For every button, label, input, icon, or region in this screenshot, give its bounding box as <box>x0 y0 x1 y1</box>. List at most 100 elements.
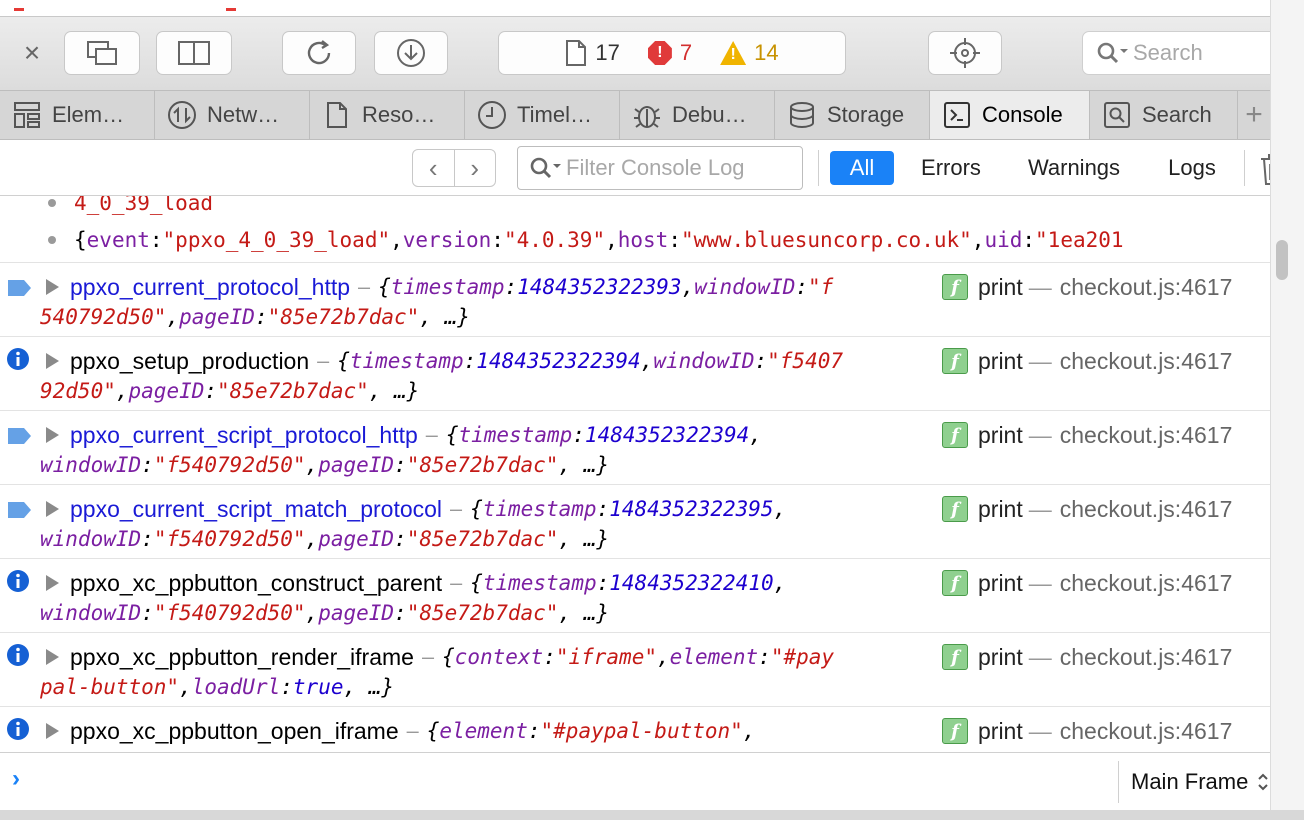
tab-storage[interactable]: Storage <box>775 91 930 139</box>
object-value: "85e72b7dac" <box>406 453 559 477</box>
message-name[interactable]: ppxo_current_protocol_http <box>70 274 350 301</box>
element-picker-button[interactable] <box>928 31 1002 75</box>
tab-timelines[interactable]: Timel… <box>465 91 620 139</box>
log-count[interactable]: 17 <box>565 39 620 67</box>
tab-label: Elem… <box>52 102 125 127</box>
message-name: ppxo_xc_ppbutton_render_iframe <box>70 643 414 670</box>
object-key: pageID <box>179 305 255 329</box>
tab-bar: Elem… Netw… Reso… Timel… Debu… Storage C… <box>0 90 1270 140</box>
punctuation: : <box>504 275 518 299</box>
console-prompt[interactable]: › Main Frame <box>0 752 1300 810</box>
download-archive-button[interactable] <box>374 31 448 75</box>
tab-label: Storage <box>827 102 905 127</box>
filter-console-input[interactable] <box>566 155 786 181</box>
dock-side-button[interactable] <box>156 31 232 75</box>
message-source[interactable]: f print — checkout.js:4617 <box>942 493 1237 525</box>
filter-errors-button[interactable]: Errors <box>912 151 990 185</box>
search-icon <box>1097 42 1128 64</box>
expanded-object-item: { event: "ppxo_4_0_39_load", version: "4… <box>48 223 1124 257</box>
source-location-link[interactable]: checkout.js:4617 <box>1060 348 1233 375</box>
object-value: "85e72b7dac" <box>267 305 420 329</box>
source-function: print <box>978 495 1023 522</box>
separator: — <box>1028 273 1052 300</box>
source-location-link[interactable]: checkout.js:4617 <box>1060 274 1233 301</box>
tab-console[interactable]: Console <box>930 91 1090 139</box>
object-key: pageID <box>318 453 395 477</box>
source-function: print <box>978 273 1023 300</box>
execution-context-select[interactable]: Main Frame <box>1118 761 1270 803</box>
new-tab-plus-icon[interactable]: + <box>1238 91 1270 139</box>
console-message[interactable]: ppxo_xc_ppbutton_render_iframe –{context:… <box>0 632 1270 706</box>
error-count-value: 7 <box>679 40 693 65</box>
punctuation: : <box>754 349 768 373</box>
punctuation: { <box>470 571 483 595</box>
message-line: ppxo_current_script_match_protocol –{time… <box>0 493 940 525</box>
source-location-link[interactable]: checkout.js:4617 <box>1060 496 1233 523</box>
filter-search-icon <box>530 157 561 179</box>
filter-warnings-button[interactable]: Warnings <box>1018 151 1130 185</box>
object-key: windowID <box>40 453 142 477</box>
separator: — <box>1028 569 1052 596</box>
punctuation: , …} <box>343 675 395 699</box>
filter-console-field[interactable] <box>517 146 803 190</box>
punctuation: { <box>445 423 459 447</box>
frame-label: Main Frame <box>1131 769 1249 794</box>
message-source[interactable]: f print — checkout.js:4617 <box>942 345 1237 377</box>
console-message[interactable]: ppxo_current_protocol_http –{timestamp: 1… <box>0 262 1270 336</box>
tab-debugger[interactable]: Debu… <box>620 91 775 139</box>
console-message[interactable]: ppxo_current_script_protocol_http –{times… <box>0 410 1270 484</box>
storage-icon <box>787 100 817 130</box>
source-location-link[interactable]: checkout.js:4617 <box>1060 422 1233 449</box>
search-input[interactable] <box>1133 40 1273 66</box>
console-log[interactable]: 4_0_39_load { event: "ppxo_4_0_39_load",… <box>0 196 1270 752</box>
close-inspector-button[interactable]: × <box>18 39 46 67</box>
tab-resources[interactable]: Reso… <box>310 91 465 139</box>
source-location-link[interactable]: checkout.js:4617 <box>1060 644 1233 671</box>
download-icon <box>397 39 425 67</box>
punctuation: , <box>742 719 756 743</box>
network-icon <box>167 100 197 130</box>
tab-elements[interactable]: Elem… <box>0 91 155 139</box>
message-line: ppxo_xc_ppbutton_construct_parent –{times… <box>0 567 940 599</box>
message-source[interactable]: f print — checkout.js:4617 <box>942 641 1237 673</box>
punctuation: , <box>305 527 319 551</box>
message-source[interactable]: f print — checkout.js:4617 <box>942 419 1237 451</box>
message-name[interactable]: ppxo_current_script_match_protocol <box>70 496 442 523</box>
source-location-link[interactable]: checkout.js:4617 <box>1060 570 1233 597</box>
source-function: print <box>978 717 1023 744</box>
punctuation: : <box>394 601 407 625</box>
console-message[interactable]: ppxo_xc_ppbutton_open_iframe –{element: "… <box>0 706 1270 752</box>
tab-search[interactable]: Search <box>1090 91 1238 139</box>
global-search-field[interactable] <box>1082 31 1282 75</box>
punctuation: , <box>773 571 787 595</box>
error-icon: ! <box>647 41 672 65</box>
tab-label: Console <box>982 102 1063 127</box>
object-value: 1484352322394 <box>584 423 750 447</box>
punctuation: , <box>305 453 319 477</box>
previous-arrow-icon[interactable]: ‹ <box>413 150 454 186</box>
reload-button[interactable] <box>282 31 356 75</box>
message-source[interactable]: f print — checkout.js:4617 <box>942 271 1237 303</box>
console-message[interactable]: ppxo_setup_production –{timestamp: 148435… <box>0 336 1270 410</box>
filter-logs-button[interactable]: Logs <box>1160 151 1224 185</box>
console-message[interactable]: ppxo_xc_ppbutton_construct_parent –{times… <box>0 558 1270 632</box>
object-key: windowID <box>40 527 142 551</box>
warning-count[interactable]: ! 14 <box>720 40 779 66</box>
source-location-link[interactable]: checkout.js:4617 <box>1060 718 1233 745</box>
message-source[interactable]: f print — checkout.js:4617 <box>942 715 1237 747</box>
console-counts[interactable]: 17 ! 7 ! 14 <box>498 31 846 75</box>
message-name[interactable]: ppxo_current_script_protocol_http <box>70 422 418 449</box>
tab-network[interactable]: Netw… <box>155 91 310 139</box>
message-line: ppxo_xc_ppbutton_render_iframe –{context:… <box>0 641 940 673</box>
console-scrollbar-thumb[interactable] <box>1276 240 1288 280</box>
message-source[interactable]: f print — checkout.js:4617 <box>942 567 1237 599</box>
array-item-value: 4_0_39_load <box>74 196 214 215</box>
next-arrow-icon[interactable]: › <box>453 150 496 186</box>
separator: — <box>1028 347 1052 374</box>
object-value: "ppxo_4_0_39_load" <box>162 228 391 252</box>
filter-all-button[interactable]: All <box>830 151 894 185</box>
console-message[interactable]: ppxo_current_script_match_protocol –{time… <box>0 484 1270 558</box>
page-behind-strip <box>0 0 1304 16</box>
error-count[interactable]: ! 7 <box>647 40 693 66</box>
detach-window-button[interactable] <box>64 31 140 75</box>
